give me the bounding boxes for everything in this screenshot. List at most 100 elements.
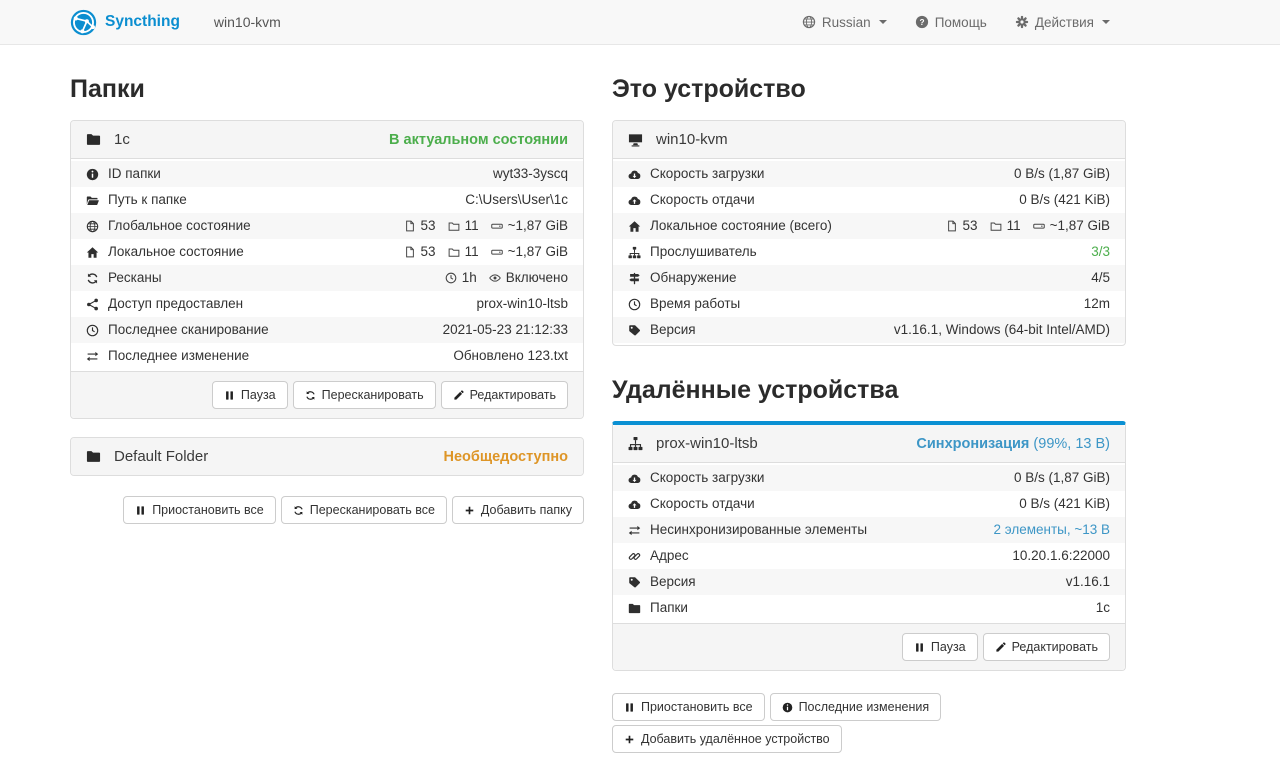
language-menu[interactable]: Russian [802,15,887,30]
pause-all-label: Приостановить все [152,503,264,517]
this-device-section-title: Это устройство [612,75,1126,104]
add-remote-device-button[interactable]: Добавить удалённое устройство [612,725,842,753]
info-circle-icon [782,702,793,713]
chevron-down-icon [879,20,887,24]
hdd-icon [491,220,503,232]
brand: Syncthing [70,9,180,36]
remote-device-header[interactable]: prox-win10-ltsb Синхронизация (99%, 13 B… [613,425,1125,462]
remote-actions-row-2: Добавить удалённое устройство [612,725,1126,753]
device-name: win10-kvm [656,131,728,148]
row-label: Адрес [650,547,689,565]
map-signs-icon [628,272,641,285]
info-circle-icon [86,168,99,181]
help-menu[interactable]: Помощь [915,15,987,30]
pencil-icon [453,390,464,401]
row-label: Версия [650,321,696,339]
device-status-badge: Синхронизация (99%, 13 B) [916,436,1110,452]
pause-all-label: Приостановить все [641,700,753,714]
files-count: 53 [421,217,436,235]
dirs-count: 11 [465,217,479,235]
refresh-icon [305,390,316,401]
table-row: Локальное состояние (всего) 53 11 ~1,87 … [613,213,1125,239]
remote-device-table: Скорость загрузки 0 B/s (1,87 GiB) Скоро… [613,462,1125,623]
pause-all-folders-button[interactable]: Приостановить все [123,496,276,524]
size-value: ~1,87 GiB [508,243,568,261]
file-icon [946,220,958,232]
row-value: 12m [1084,295,1110,313]
actions-menu[interactable]: Действия [1015,15,1110,30]
recent-changes-button[interactable]: Последние изменения [770,693,942,721]
row-value: 0 B/s (1,87 GiB) [1014,469,1110,487]
out-of-sync-items-link[interactable]: 2 элементы, ~13 B [993,521,1110,539]
row-label: Последнее сканирование [108,321,269,339]
row-label: Прослушиватель [650,243,757,261]
folder-outline-icon [448,246,460,258]
row-label: Обнаружение [650,269,737,287]
remote-device-footer: Пауза Редактировать [613,623,1125,670]
remote-devices-section-title: Удалённые устройства [612,376,1126,405]
rescan-button[interactable]: Пересканировать [293,381,436,409]
files-count: 53 [963,217,978,235]
row-label: Скорость отдачи [650,191,755,209]
tag-icon [628,324,641,337]
row-label: Папки [650,599,688,617]
refresh-icon [293,505,304,516]
home-icon [628,220,641,233]
rescan-label: Пересканировать [322,388,424,402]
table-row: Локальное состояние 53 11 ~1,87 GiB [71,239,583,265]
folder-panel-default: Default Folder Необщедоступно [70,437,584,476]
refresh-icon [86,272,99,285]
plus-icon [624,734,635,745]
size-value: ~1,87 GiB [508,217,568,235]
row-value: v1.16.1, Windows (64-bit Intel/AMD) [894,321,1110,339]
add-folder-button[interactable]: Добавить папку [452,496,584,524]
dirs-count: 11 [1007,217,1021,235]
table-row: Обнаружение 4/5 [613,265,1125,291]
pause-button[interactable]: Пауза [212,381,288,409]
edit-button[interactable]: Редактировать [441,381,568,409]
row-value: 0 B/s (421 KiB) [1019,191,1110,209]
pencil-icon [995,642,1006,653]
remote-device-panel: prox-win10-ltsb Синхронизация (99%, 13 B… [612,421,1126,671]
cloud-upload-icon [628,194,641,207]
pause-button[interactable]: Пауза [902,633,978,661]
table-row: ID папки wyt33-3yscq [71,161,583,187]
table-row: Ресканы 1h Включено [71,265,583,291]
row-label: Время работы [650,295,740,313]
eye-icon [489,272,501,284]
pause-icon [135,505,146,516]
rescan-all-button[interactable]: Пересканировать все [281,496,447,524]
hdd-icon [491,246,503,258]
cloud-upload-icon [628,498,641,511]
pause-label: Пауза [241,388,276,402]
exchange-icon [86,350,99,363]
pause-icon [224,390,235,401]
globe-icon [802,15,816,29]
table-row: Прослушиватель 3/3 [613,239,1125,265]
folder-open-icon [86,194,99,207]
size-value: ~1,87 GiB [1050,217,1110,235]
globe-icon [86,220,99,233]
this-device-header[interactable]: win10-kvm [613,121,1125,158]
row-label: Несинхронизированные элементы [650,521,867,539]
device-name: prox-win10-ltsb [656,435,758,452]
row-value: wyt33-3yscq [493,165,568,183]
table-row: Папки 1c [613,595,1125,621]
row-value: 1h Включено [445,269,568,287]
row-value: 4/5 [1091,269,1110,287]
table-row: Последнее сканирование 2021-05-23 21:12:… [71,317,583,343]
pause-all-devices-button[interactable]: Приостановить все [612,693,765,721]
table-row: Версия v1.16.1, Windows (64-bit Intel/AM… [613,317,1125,343]
table-row: Последнее изменение Обновлено 123.txt [71,343,583,369]
pause-icon [914,642,925,653]
row-value: 53 11 ~1,87 GiB [404,217,568,235]
folder-details-table: ID папки wyt33-3yscq Путь к папке C:\Use… [71,158,583,371]
tag-icon [628,576,641,589]
table-row: Доступ предоставлен prox-win10-ltsb [71,291,583,317]
folder-1c-header[interactable]: 1c В актуальном состоянии [71,121,583,158]
folder-default-header[interactable]: Default Folder Необщедоступно [71,438,583,475]
edit-button[interactable]: Редактировать [983,633,1110,661]
row-value: 10.20.1.6:22000 [1012,547,1110,565]
question-circle-icon [915,15,929,29]
add-folder-label: Добавить папку [481,503,572,517]
